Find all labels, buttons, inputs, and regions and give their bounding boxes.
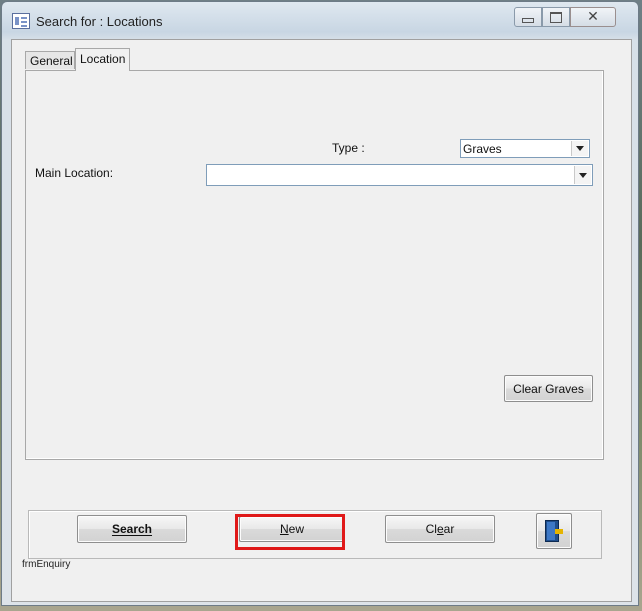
window-title: Search for : Locations — [36, 14, 163, 29]
search-locations-window: Search for : Locations ✕ General Locatio… — [1, 1, 639, 606]
new-button-label: New — [279, 522, 304, 536]
main-location-label: Main Location: — [35, 166, 114, 180]
chevron-down-icon — [576, 146, 584, 151]
clear-button[interactable]: Clear — [385, 515, 495, 543]
type-dropdown[interactable]: Graves — [460, 139, 590, 158]
exit-door-icon — [545, 520, 563, 542]
type-label: Type : — [332, 141, 365, 155]
type-value: Graves — [463, 142, 502, 156]
maximize-button[interactable] — [542, 7, 570, 27]
maximize-icon — [550, 11, 562, 23]
close-icon: ✕ — [587, 9, 599, 25]
bottom-toolbar: Search New Clear — [28, 510, 602, 559]
search-button-label: Search — [111, 522, 153, 536]
new-button[interactable]: New — [239, 516, 345, 542]
clear-graves-button[interactable]: Clear Graves — [504, 375, 593, 402]
main-location-dropdown[interactable] — [206, 164, 593, 186]
form-client-area: General Location Type : Graves Main Loca… — [11, 39, 632, 602]
exit-button[interactable] — [536, 513, 572, 549]
form-icon — [12, 13, 30, 29]
search-button[interactable]: Search — [77, 515, 187, 543]
type-dropdown-button[interactable] — [571, 141, 588, 156]
tab-general[interactable]: General — [25, 51, 75, 69]
form-name-label: frmEnquiry — [22, 559, 71, 570]
minimize-button[interactable] — [514, 7, 542, 27]
tab-location[interactable]: Location — [75, 48, 130, 71]
clear-button-label: Clear — [425, 522, 455, 536]
location-tab-panel: Type : Graves Main Location: Clear Grave… — [25, 70, 604, 460]
main-location-dropdown-button[interactable] — [574, 166, 591, 184]
chevron-down-icon — [579, 172, 587, 178]
title-bar[interactable]: Search for : Locations ✕ — [2, 2, 638, 38]
close-button[interactable]: ✕ — [570, 7, 616, 27]
minimize-icon — [522, 17, 534, 23]
